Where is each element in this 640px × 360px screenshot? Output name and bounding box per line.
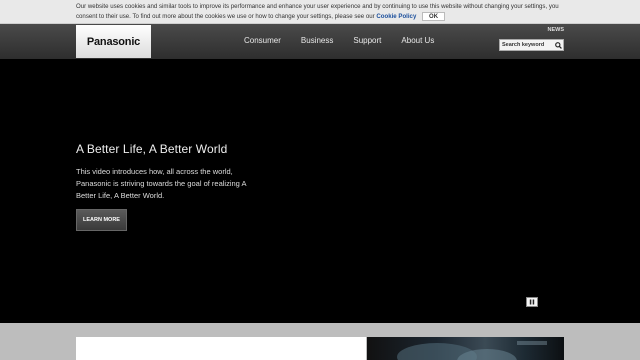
search-input[interactable] [500, 42, 553, 48]
search-icon[interactable] [553, 40, 563, 50]
nav-business[interactable]: Business [291, 36, 343, 45]
hero-title: A Better Life, A Better World [76, 142, 228, 156]
nav-support[interactable]: Support [343, 36, 391, 45]
hero-description: This video introduces how, all across th… [76, 167, 247, 200]
news-link[interactable]: NEWS [548, 27, 565, 33]
cookie-ok-button[interactable]: OK [422, 12, 446, 21]
cookie-policy-link[interactable]: Cookie Policy [376, 13, 416, 20]
search-box [499, 39, 564, 51]
nav-about-us[interactable]: About Us [391, 36, 444, 45]
pause-icon[interactable] [526, 297, 538, 307]
cookie-message: Our website uses cookies and similar too… [76, 2, 566, 22]
content-panel [76, 337, 366, 360]
logo-text: Panasonic [86, 35, 141, 48]
site-header: Panasonic Consumer Business Support Abou… [0, 24, 640, 59]
panasonic-logo[interactable]: Panasonic [76, 25, 151, 58]
cookie-text: Our website uses cookies and similar too… [76, 3, 559, 21]
nav-consumer[interactable]: Consumer [234, 36, 291, 45]
learn-more-button[interactable]: LEARN MORE [76, 209, 127, 231]
main-nav: Consumer Business Support About Us [234, 36, 444, 45]
content-image [367, 337, 564, 360]
cookie-bar: Our website uses cookies and similar too… [0, 0, 640, 24]
content-strip [0, 323, 640, 360]
hero-video: A Better Life, A Better World This video… [0, 59, 640, 323]
